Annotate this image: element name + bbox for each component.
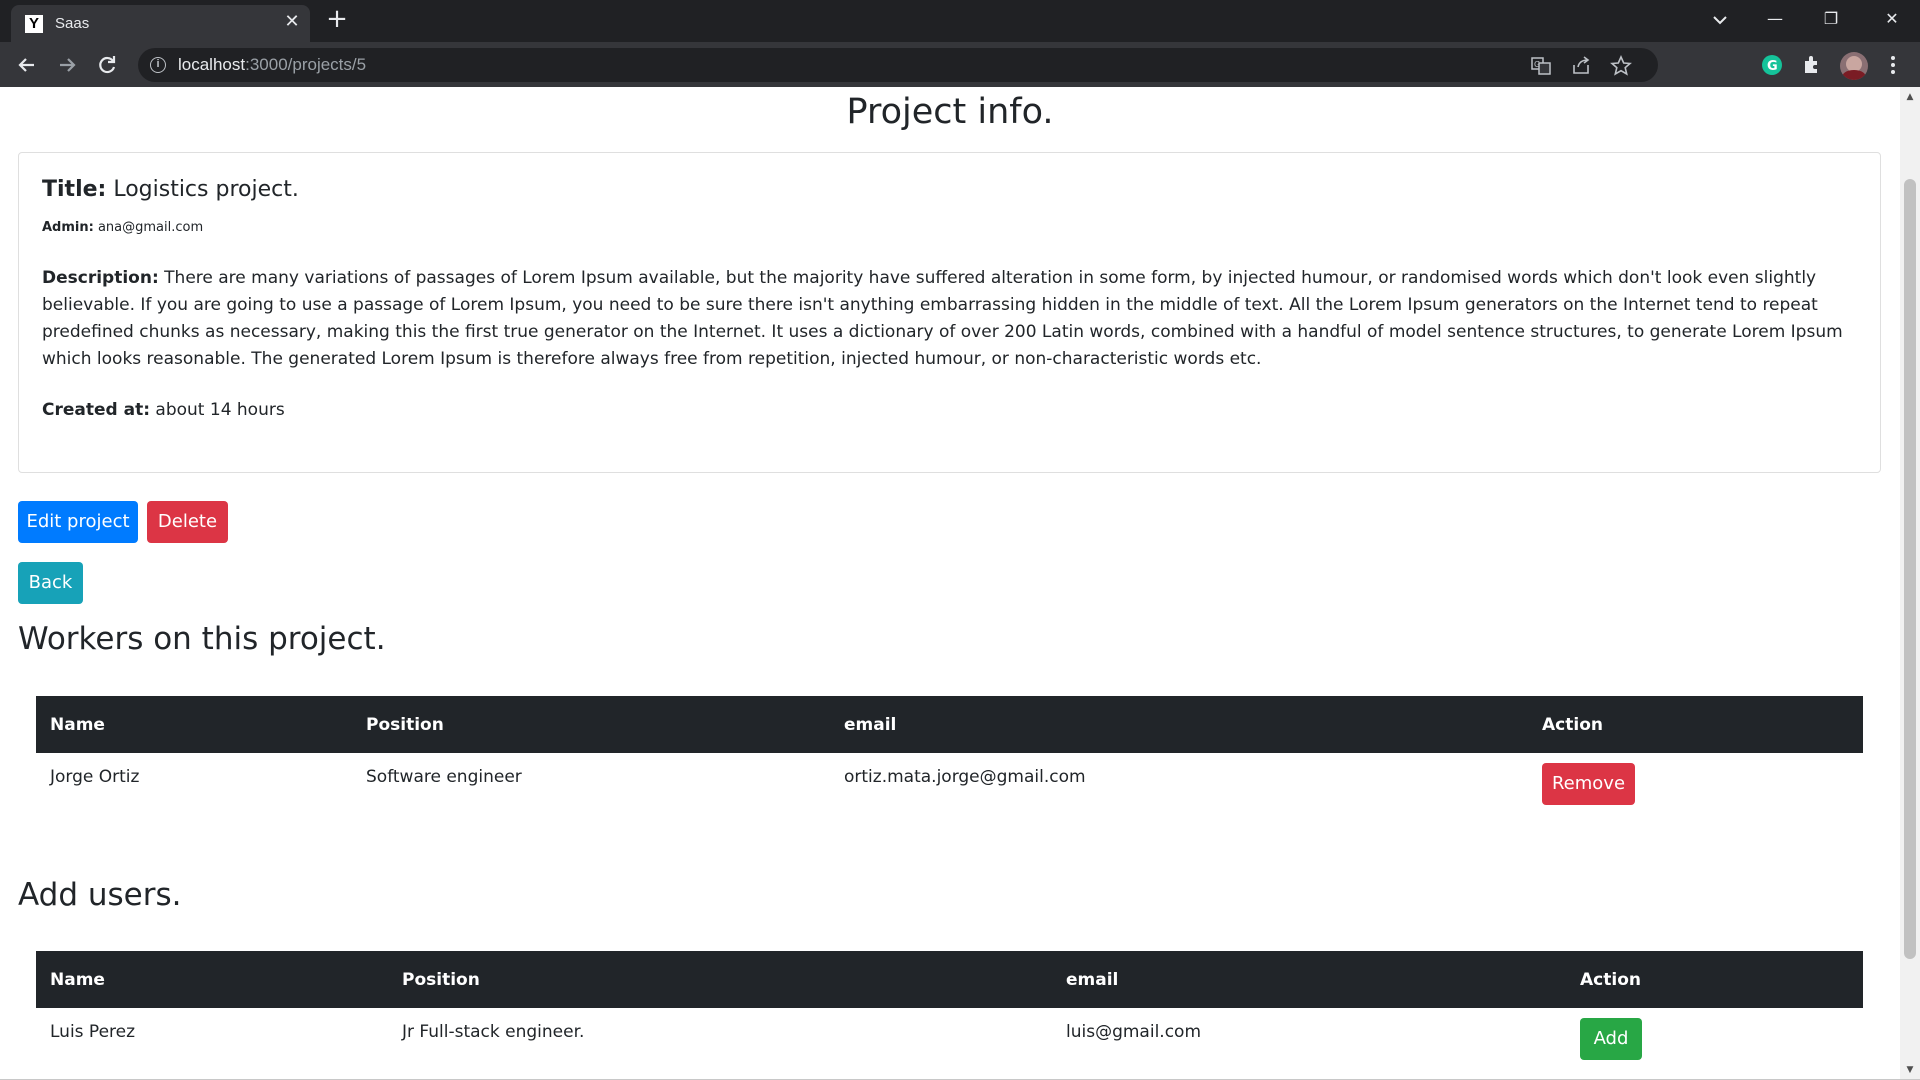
scrollbar-thumb[interactable] <box>1904 179 1916 959</box>
extensions-puzzle-icon[interactable] <box>1799 52 1825 78</box>
tab-close-icon[interactable]: ✕ <box>282 12 302 32</box>
new-tab-icon[interactable]: + <box>325 6 349 32</box>
minimize-window-icon[interactable]: — <box>1747 0 1803 38</box>
restore-window-icon[interactable]: ❐ <box>1803 0 1859 38</box>
url-text[interactable]: localhost:3000/projects/5 <box>178 55 366 75</box>
close-window-icon[interactable]: ✕ <box>1864 0 1920 38</box>
bookmark-star-icon[interactable] <box>1610 55 1632 77</box>
add-users-table-header: Name Position email Action <box>36 951 1863 1008</box>
reload-icon[interactable] <box>92 50 122 80</box>
add-users-table: Name Position email Action Luis Perez Jr… <box>36 951 1863 1072</box>
scroll-up-arrow-icon[interactable]: ▲ <box>1900 89 1920 105</box>
project-description: Description: There are many variations o… <box>42 268 1843 369</box>
user-position: Jr Full-stack engineer. <box>402 1022 585 1042</box>
user-name: Luis Perez <box>50 1022 136 1042</box>
address-bar[interactable]: i localhost:3000/projects/5 G <box>138 48 1658 82</box>
workers-table: Name Position email Action Jorge Ortiz S… <box>36 696 1863 817</box>
remove-worker-button[interactable]: Remove <box>1542 763 1635 805</box>
browser-toolbar: i localhost:3000/projects/5 G G <box>0 42 1920 87</box>
worker-name: Jorge Ortiz <box>50 767 140 787</box>
tab-title: Saas <box>55 15 90 32</box>
back-button[interactable]: Back <box>18 562 83 604</box>
browser-tab-strip: Y Saas ✕ + — ❐ ✕ <box>0 0 1920 42</box>
page-title: Project info. <box>846 92 1054 132</box>
delete-project-button[interactable]: Delete <box>147 501 228 543</box>
worker-email: ortiz.mata.jorge@gmail.com <box>844 767 1086 787</box>
svg-text:G: G <box>1767 59 1778 74</box>
column-header-name: Name <box>50 714 105 735</box>
table-row: Luis Perez Jr Full-stack engineer. luis@… <box>36 1008 1863 1072</box>
scroll-down-arrow-icon[interactable]: ▼ <box>1900 1062 1920 1078</box>
svg-text:G: G <box>1534 60 1540 69</box>
forward-arrow-icon[interactable] <box>52 50 82 80</box>
project-admin: Admin: ana@gmail.com <box>42 220 204 235</box>
page-scrollbar[interactable]: ▲ ▼ <box>1900 87 1920 1080</box>
user-email: luis@gmail.com <box>1066 1022 1202 1042</box>
back-arrow-icon[interactable] <box>12 50 42 80</box>
project-title: Title: Logistics project. <box>42 177 299 202</box>
column-header-name: Name <box>50 969 105 990</box>
browser-tab[interactable]: Y Saas ✕ <box>11 5 310 42</box>
browser-menu-icon[interactable] <box>1880 52 1906 78</box>
column-header-action: Action <box>1580 969 1641 990</box>
column-header-action: Action <box>1542 714 1603 735</box>
site-favicon-icon: Y <box>25 15 43 33</box>
project-created-at: Created at: about 14 hours <box>42 400 285 420</box>
tab-search-chevron-icon[interactable] <box>1708 8 1732 32</box>
page-viewport: Project info. Title: Logistics project. … <box>0 87 1900 1080</box>
translate-icon[interactable]: G <box>1530 55 1552 77</box>
table-row: Jorge Ortiz Software engineer ortiz.mata… <box>36 753 1863 817</box>
column-header-email: email <box>844 714 897 735</box>
column-header-position: Position <box>366 714 444 735</box>
workers-heading: Workers on this project. <box>18 621 386 657</box>
profile-avatar[interactable] <box>1840 52 1868 80</box>
add-users-heading: Add users. <box>18 877 182 913</box>
site-info-icon[interactable]: i <box>150 57 166 73</box>
grammarly-extension-icon[interactable]: G <box>1759 52 1785 78</box>
edit-project-button[interactable]: Edit project <box>18 501 138 543</box>
worker-position: Software engineer <box>366 767 522 787</box>
column-header-email: email <box>1066 969 1119 990</box>
column-header-position: Position <box>402 969 480 990</box>
workers-table-header: Name Position email Action <box>36 696 1863 753</box>
share-icon[interactable] <box>1570 55 1592 77</box>
add-user-button[interactable]: Add <box>1580 1018 1642 1060</box>
project-info-card: Title: Logistics project. Admin: ana@gma… <box>18 152 1881 473</box>
